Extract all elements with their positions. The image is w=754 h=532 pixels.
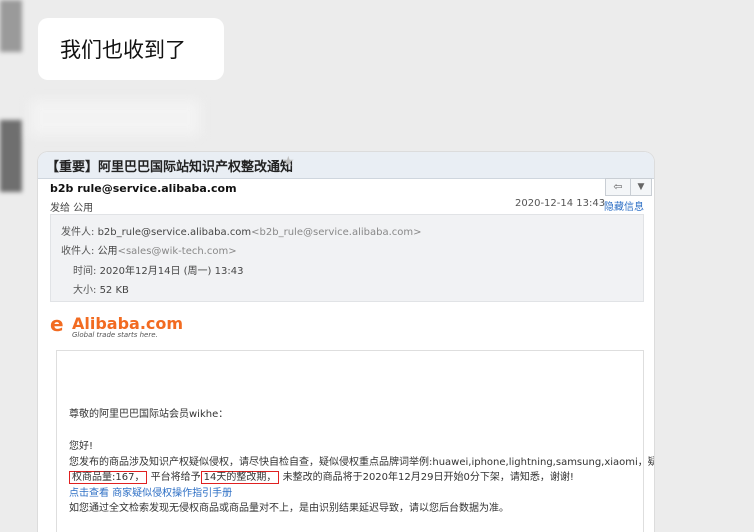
- star-icon[interactable]: ★: [282, 154, 295, 170]
- hide-info-link[interactable]: 隐藏信息: [604, 198, 644, 213]
- to-label: 收件人:: [61, 246, 95, 257]
- time-label: 时间:: [73, 266, 97, 277]
- reply-button[interactable]: ⇦: [605, 178, 631, 196]
- body-line-1: 您发布的商品涉及知识产权疑似侵权，请尽快自检自查，疑似侵权重点品牌词举例:hua…: [69, 457, 654, 468]
- email-details-panel: 发件人: b2b_rule@service.alibaba.com<b2b_ru…: [50, 214, 644, 302]
- time-value: 2020年12月14日 (周一) 13:43: [99, 266, 244, 277]
- recipient-line: 发给 公用: [50, 203, 94, 214]
- from-label: 发件人:: [61, 227, 95, 238]
- alibaba-tagline: Global trade starts here.: [72, 331, 158, 339]
- time-row: 时间: 2020年12月14日 (周一) 13:43: [73, 262, 243, 277]
- email-date: 2020-12-14 13:43: [515, 198, 606, 209]
- size-value: 52 KB: [99, 285, 129, 296]
- greeting: 尊敬的阿里巴巴国际站会员wikhe：: [69, 409, 229, 420]
- hello-line: 您好!: [69, 441, 94, 452]
- blurred-avatar: [0, 120, 22, 192]
- manual-link[interactable]: 商家疑似侵权操作指引手册: [112, 488, 232, 499]
- body-line-2-mid: 平台将给予: [150, 472, 201, 483]
- blurred-region: [30, 100, 200, 136]
- highlight-product-count: 权商品量:167，: [69, 471, 148, 484]
- from-row: 发件人: b2b_rule@service.alibaba.com<b2b_ru…: [61, 223, 422, 238]
- more-button[interactable]: ▼: [630, 178, 652, 196]
- size-row: 大小: 52 KB: [73, 281, 129, 296]
- size-label: 大小:: [73, 285, 97, 296]
- sender-address: b2b rule@service.alibaba.com: [50, 182, 237, 195]
- highlight-rectify-period: 14天的整改期，: [200, 471, 280, 484]
- email-screenshot[interactable]: 【重要】阿里巴巴国际站知识产权整改通知 ★ b2b rule@service.a…: [38, 152, 654, 532]
- to-row: 收件人: 公用<sales@wik-tech.com>: [61, 242, 237, 257]
- body-line-3: 点击查看 商家疑似侵权操作指引手册: [69, 484, 232, 499]
- view-link[interactable]: 点击查看: [69, 488, 109, 499]
- alibaba-logo: e Alibaba.com Global trade starts here.: [50, 312, 200, 342]
- from-address: <b2b_rule@service.alibaba.com>: [251, 227, 422, 238]
- email-subject: 【重要】阿里巴巴国际站知识产权整改通知: [46, 160, 294, 175]
- subject-bar: 【重要】阿里巴巴国际站知识产权整改通知 ★: [38, 152, 654, 179]
- chat-message-text: 我们也收到了: [60, 38, 186, 62]
- reply-icon: ⇦: [613, 180, 623, 193]
- chevron-down-icon: ▼: [637, 182, 645, 192]
- email-body: 尊敬的阿里巴巴国际站会员wikhe： 您好! 您发布的商品涉及知识产权疑似侵权，…: [56, 350, 654, 532]
- body-line-2: 权商品量:167， 平台将给予 14天的整改期， 未整改的商品将于2020年12月…: [69, 468, 574, 484]
- to-address: <sales@wik-tech.com>: [117, 246, 237, 257]
- chat-bubble[interactable]: 我们也收到了: [38, 18, 224, 80]
- alibaba-logo-mark: e: [50, 312, 64, 336]
- to-name: 公用: [97, 246, 118, 257]
- blurred-avatar: [0, 0, 22, 52]
- from-name: b2b_rule@service.alibaba.com: [97, 227, 252, 238]
- body-line-2-end: 未整改的商品将于2020年12月29日开始0分下架，请知悉，谢谢!: [282, 472, 574, 483]
